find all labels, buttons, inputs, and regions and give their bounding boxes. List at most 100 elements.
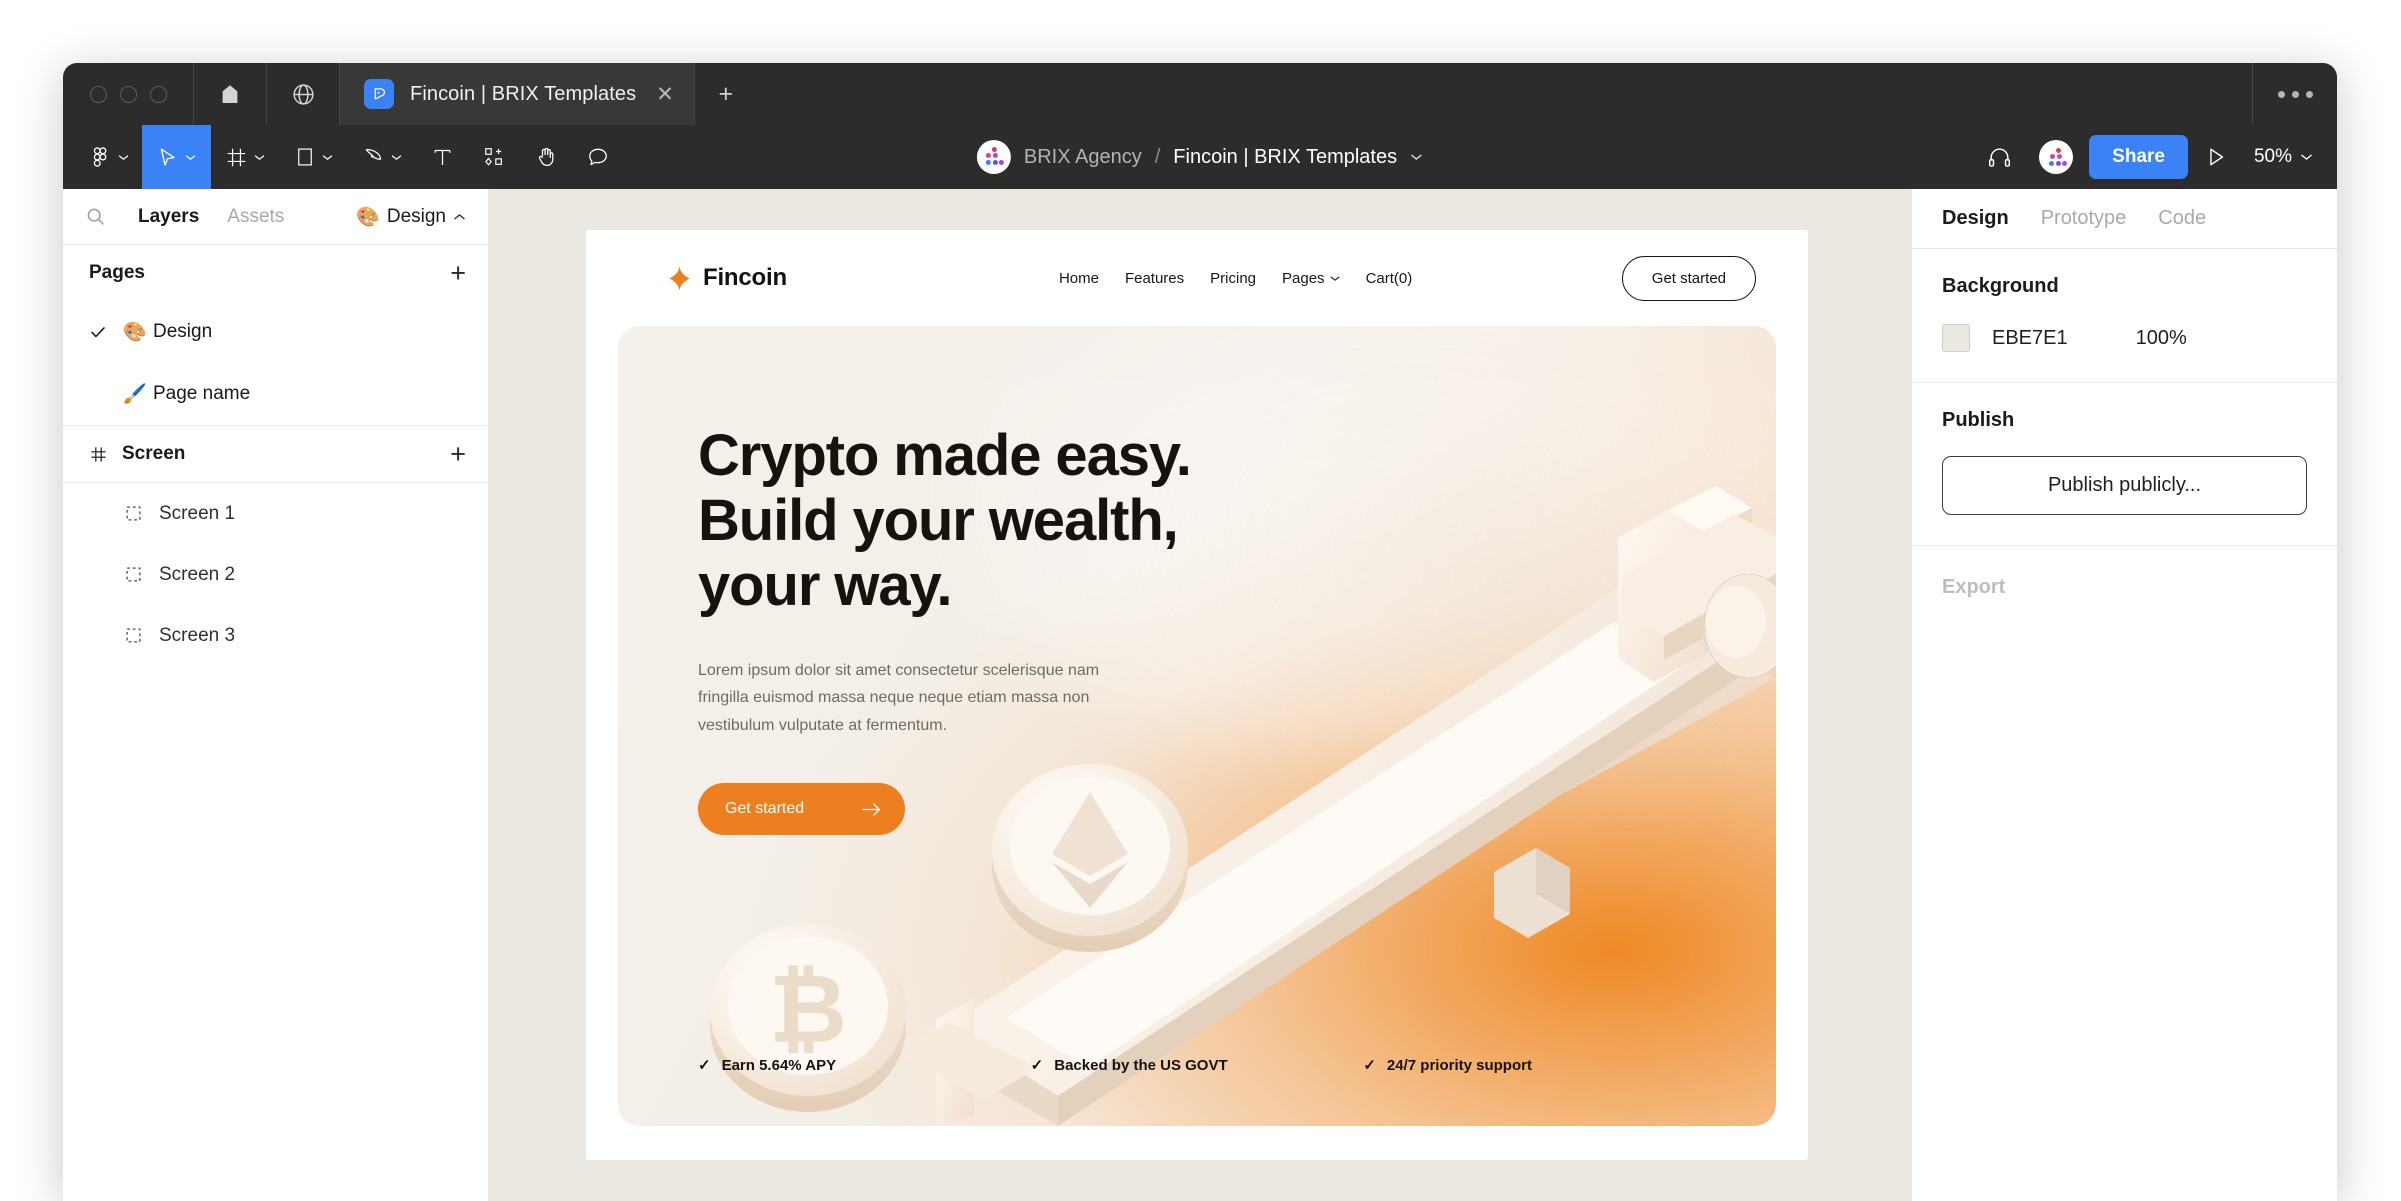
hero-subtitle: Lorem ipsum dolor sit amet consectetur s… [698, 661, 1100, 734]
check-icon [89, 323, 123, 341]
check-icon: ✓ [1363, 1057, 1376, 1074]
figma-menu-button[interactable] [63, 125, 142, 189]
hero-feature-item: ✓ Earn 5.64% APY [698, 1056, 1031, 1075]
figma-app-window: Fincoin | BRIX Templates ✕ + BRIX Agency… [63, 63, 2337, 1201]
site-nav-menu: Home Features Pricing Pages Cart(0) [1059, 270, 1412, 287]
new-tab-button[interactable]: + [695, 63, 757, 125]
export-title: Export [1942, 576, 2006, 598]
zoom-level-label: 50% [2253, 146, 2292, 167]
tab-code[interactable]: Code [2158, 207, 2206, 230]
nav-item-features[interactable]: Features [1125, 270, 1184, 287]
background-color-row: EBE7E1 100% [1942, 324, 2307, 352]
hand-tool-button[interactable] [520, 125, 572, 189]
site-navbar: Fincoin Home Features Pricing Pages Cart… [586, 230, 1808, 326]
background-section: Background EBE7E1 100% [1912, 249, 2337, 383]
breadcrumb: BRIX Agency / Fincoin | BRIX Templates [976, 140, 1423, 174]
background-color-swatch[interactable] [1942, 324, 1970, 352]
tab-strip-spacer [757, 63, 2252, 125]
toolbar-right-cluster: Share 50% [1971, 125, 2337, 189]
nav-item-home[interactable]: Home [1059, 270, 1099, 287]
resources-tool-button[interactable] [468, 125, 520, 189]
shape-tool-button[interactable] [280, 125, 348, 189]
minimize-window-button[interactable] [120, 85, 137, 103]
layer-label: Screen 3 [159, 624, 236, 646]
pen-tool-button[interactable] [348, 125, 417, 189]
page-item-page-name[interactable]: 🖌️ Page name [63, 363, 488, 425]
list-item[interactable]: Screen 2 [63, 544, 488, 605]
user-avatar[interactable] [2039, 140, 2074, 174]
nav-label: Pricing [1210, 269, 1257, 287]
hero-section: ₿ Crypto made easy. Build your wealth, y… [618, 326, 1776, 1126]
figma-main-toolbar: BRIX Agency / Fincoin | BRIX Templates S… [63, 125, 2337, 189]
background-hex-value[interactable]: EBE7E1 [1992, 327, 2068, 350]
publish-publicly-button[interactable]: Publish publicly... [1942, 456, 2307, 515]
bitcoin-coin: ₿ [710, 924, 906, 1112]
hero-get-started-button[interactable]: Get started [698, 783, 905, 836]
tab-layers[interactable]: Layers [124, 206, 213, 228]
breadcrumb-team[interactable]: BRIX Agency [1024, 146, 1142, 169]
dot [2305, 90, 2313, 98]
text-tool-button[interactable] [417, 125, 468, 189]
nav-item-cart[interactable]: Cart(0) [1366, 270, 1413, 287]
frame-icon [125, 627, 159, 644]
layer-label: Screen 1 [159, 502, 236, 524]
document-tab[interactable]: Fincoin | BRIX Templates ✕ [340, 63, 694, 125]
list-item[interactable]: Screen 3 [63, 605, 488, 666]
chevron-down-icon [1330, 275, 1340, 281]
hero-feature-item: ✓ Backed by the US GOVT [1030, 1056, 1364, 1075]
add-screen-button[interactable]: + [450, 440, 466, 468]
check-icon: ✓ [1030, 1057, 1044, 1074]
nav-label: Pages [1282, 269, 1325, 287]
publish-title: Publish [1942, 409, 2015, 431]
nav-item-pricing[interactable]: Pricing [1210, 270, 1256, 287]
zoom-level-control[interactable]: 50% [2244, 146, 2313, 168]
close-window-button[interactable] [90, 85, 107, 103]
right-sidebar-tabs: Design Prototype Code [1912, 189, 2337, 249]
design-canvas[interactable]: Fincoin Home Features Pricing Pages Cart… [489, 189, 1911, 1201]
hero-feature-list: ✓ Earn 5.64% APY ✓ Backed by the US GOVT… [618, 1056, 1776, 1075]
list-item[interactable]: Screen 1 [63, 483, 488, 544]
hero-copy: Crypto made easy. Build your wealth, you… [698, 423, 1258, 836]
maximize-window-button[interactable] [150, 85, 167, 103]
breadcrumb-file[interactable]: Fincoin | BRIX Templates [1173, 146, 1397, 169]
nav-get-started-button[interactable]: Get started [1621, 255, 1756, 301]
tab-design[interactable]: Design [1942, 207, 2009, 230]
play-icon[interactable] [2188, 125, 2244, 189]
check-icon: ✓ [698, 1057, 711, 1074]
move-tool-button[interactable] [142, 125, 211, 189]
nav-label: Features [1124, 269, 1185, 287]
window-more-menu-button[interactable] [2253, 63, 2337, 125]
pages-section-header: Pages + [63, 245, 488, 301]
globe-icon[interactable] [267, 63, 339, 125]
page-item-design[interactable]: 🎨 Design [63, 301, 488, 363]
screen-section-header: Screen + [63, 426, 488, 482]
share-button[interactable]: Share [2089, 135, 2188, 179]
chevron-down-icon[interactable] [1410, 153, 1423, 161]
hero-feature-label: Earn 5.64% APY [721, 1056, 837, 1074]
home-icon[interactable] [194, 63, 266, 125]
screen-1-frame[interactable]: Fincoin Home Features Pricing Pages Cart… [586, 230, 1808, 1160]
background-title: Background [1942, 275, 2059, 297]
fincoin-logo[interactable]: Fincoin [666, 264, 787, 292]
nav-label: Cart(0) [1365, 269, 1413, 287]
design-page-chip[interactable]: 🎨 Design [356, 205, 468, 229]
headset-icon[interactable] [1971, 125, 2027, 189]
editor-body: Layers Assets 🎨 Design Pages + 🎨 Design … [63, 189, 2337, 1201]
tab-assets[interactable]: Assets [213, 206, 298, 228]
nav-item-pages[interactable]: Pages [1282, 270, 1340, 287]
add-page-button[interactable]: + [450, 259, 466, 287]
comment-tool-button[interactable] [572, 125, 624, 189]
arrow-right-icon [862, 803, 880, 816]
page-label: Page name [153, 383, 251, 404]
svg-text:₿: ₿ [769, 953, 847, 1065]
tab-prototype[interactable]: Prototype [2041, 207, 2127, 230]
background-opacity-value[interactable]: 100% [2136, 327, 2187, 350]
hero-title: Crypto made easy. Build your wealth, you… [698, 423, 1192, 618]
chevron-down-icon [2301, 154, 2312, 160]
left-sidebar-tabs: Layers Assets 🎨 Design [63, 189, 488, 245]
chevron-up-icon [454, 213, 465, 220]
browser-tab-strip: Fincoin | BRIX Templates ✕ + [63, 63, 2337, 125]
frame-tool-button[interactable] [211, 125, 280, 189]
close-icon[interactable]: ✕ [656, 84, 674, 105]
search-icon[interactable] [85, 206, 106, 227]
